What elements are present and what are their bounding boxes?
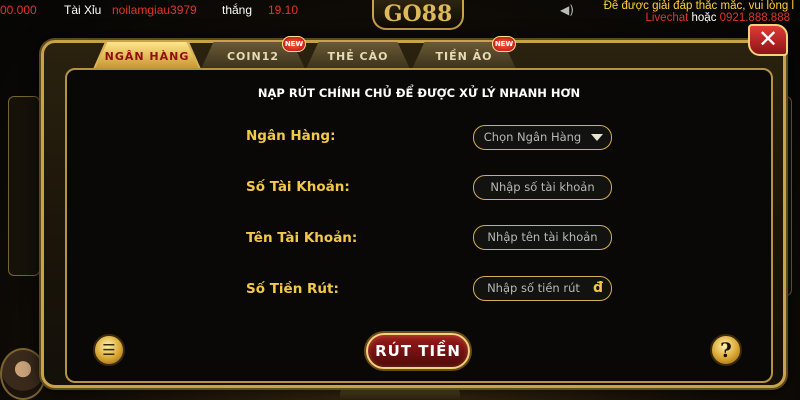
support-contact: Livechat hoặc 0921.888.888 [645, 12, 790, 24]
player-avatar[interactable] [0, 348, 46, 400]
new-badge-crypto: NEW [492, 36, 516, 52]
ticker-amount: 00.000 [0, 3, 37, 17]
left-side-panel [8, 96, 40, 276]
chevron-down-icon [591, 134, 603, 141]
account-name-input[interactable]: Nhập tên tài khoản [473, 225, 612, 250]
support-help-text: Để được giải đáp thắc mắc, vui lòng l [603, 0, 794, 12]
livechat-link[interactable]: Livechat [645, 12, 688, 24]
brand-logo: GO88 [372, 0, 464, 30]
ticker-game: Tài Xỉu [64, 3, 102, 17]
account-name-label: Tên Tài Khoản: [246, 230, 358, 246]
history-button[interactable]: ☰ [93, 334, 125, 366]
account-number-input[interactable]: Nhập số tài khoản [473, 175, 612, 200]
help-button[interactable]: ? [710, 334, 742, 366]
account-number-label: Số Tài Khoản: [246, 179, 350, 195]
tab-card-label: THẺ CÀO [327, 50, 389, 63]
speaker-icon[interactable]: ◀) [560, 3, 574, 17]
ticker-user: noilamgiau3979 [112, 3, 197, 17]
tab-bank-label: NGÂN HÀNG [104, 50, 190, 63]
tab-bank[interactable]: NGÂN HÀNG [95, 42, 199, 69]
amount-input[interactable]: Nhập số tiền rút đ [473, 276, 612, 301]
support-phone[interactable]: 0921.888.888 [720, 12, 790, 24]
account-number-placeholder: Nhập số tài khoản [490, 180, 595, 194]
ticker-word: thắng [222, 3, 253, 17]
withdraw-button[interactable]: RÚT TIỀN [366, 333, 470, 369]
account-name-placeholder: Nhập tên tài khoản [487, 230, 598, 244]
close-button[interactable]: ✕ [748, 24, 788, 56]
ticker-amount-2: 19.10 [268, 3, 299, 17]
question-icon: ? [720, 338, 732, 362]
bottom-deposit-banner [340, 386, 460, 400]
amount-placeholder: Nhập số tiền rút [487, 281, 580, 295]
bank-label: Ngân Hàng: [246, 128, 336, 144]
list-icon: ☰ [102, 341, 116, 359]
bank-select[interactable]: Chọn Ngân Hàng [473, 125, 612, 150]
currency-dong-icon: đ [592, 280, 603, 296]
amount-label: Số Tiền Rút: [246, 281, 339, 297]
panel-title: NẠP RÚT CHÍNH CHỦ ĐỂ ĐƯỢC XỬ LÝ NHANH HƠ… [257, 86, 581, 100]
win-ticker: 00.000 Tài Xỉu noilamgiau3979 thắng 19.1… [0, 0, 330, 22]
support-or: hoặc [688, 12, 720, 24]
bank-select-value: Chọn Ngân Hàng [483, 130, 582, 144]
tab-card[interactable]: THẺ CÀO [306, 42, 410, 69]
new-badge-coin12: NEW [282, 36, 306, 52]
